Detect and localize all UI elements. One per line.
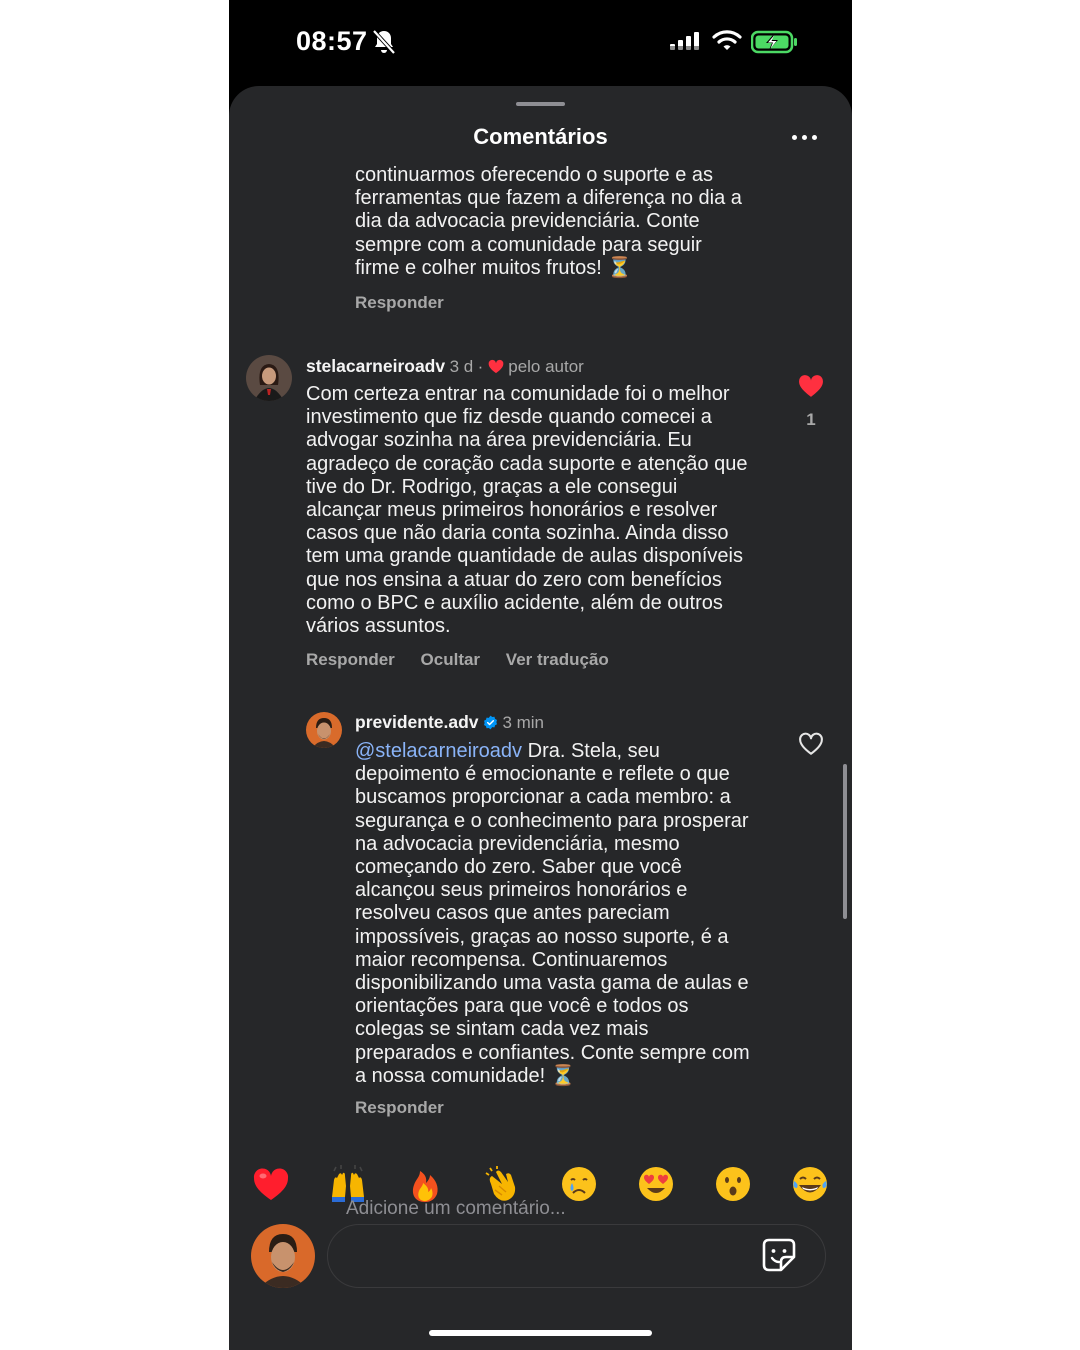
comment-text: @stelacarneiroadv Dra. Stela, seu depoim… (355, 740, 750, 1087)
sheet-title: Comentários (473, 124, 608, 149)
comment-input[interactable] (327, 1224, 826, 1288)
more-icon (792, 135, 797, 140)
sheet-grabber[interactable] (516, 102, 565, 106)
verified-badge-icon (483, 715, 497, 730)
avatar[interactable] (246, 355, 292, 401)
reaction-heart-eyes[interactable] (636, 1164, 676, 1204)
comments-sheet: Comentários continuarmos oferecendo o su… (229, 86, 852, 1350)
composer-placeholder: Adicione um comentário... (346, 1198, 566, 1219)
comment-header: stelacarneiroadv 3 d · pelo autor (306, 356, 584, 376)
mention-link[interactable]: @stelacarneiroadv (355, 740, 522, 762)
sticker-icon[interactable] (761, 1237, 797, 1273)
home-indicator[interactable] (429, 1330, 652, 1336)
scrollbar[interactable] (843, 764, 847, 919)
reaction-laughing-face[interactable] (790, 1164, 830, 1204)
more-options-button[interactable] (792, 128, 818, 148)
comment-header: previdente.adv 3 min (355, 712, 544, 733)
status-bar: 08:57 (229, 0, 852, 84)
comment-actions: Responder (355, 1098, 465, 1118)
comment-time: 3 d (449, 357, 474, 376)
current-user-avatar[interactable] (251, 1224, 315, 1288)
hide-button[interactable]: Ocultar (421, 650, 481, 669)
heart-filled-icon (488, 359, 504, 374)
comment-actions: Responder Ocultar Ver tradução (306, 650, 630, 670)
status-time: 08:57 (296, 26, 368, 56)
bell-slash-icon (372, 29, 396, 55)
signal-icon (670, 32, 699, 51)
comments-list[interactable]: continuarmos oferecendo o suporte e as f… (229, 164, 852, 1144)
phone-screen: 08:57 Comentários continuarmos oferecend… (229, 0, 852, 1350)
like-count: 1 (806, 410, 816, 429)
comment-text: continuarmos oferecendo o suporte e as f… (355, 164, 742, 279)
see-translation-button[interactable]: Ver tradução (506, 650, 609, 669)
reply-button[interactable]: Responder (306, 650, 395, 669)
comment-actions: Responder (355, 293, 465, 313)
liked-by-author: pelo autor (508, 357, 584, 376)
avatar[interactable] (306, 712, 342, 748)
username[interactable]: previdente.adv (355, 712, 479, 732)
like-button-heart-filled-icon[interactable] (798, 374, 824, 398)
comment-time: 3 min (502, 713, 545, 732)
reply-button[interactable]: Responder (355, 293, 444, 312)
reply-button[interactable]: Responder (355, 1098, 444, 1117)
reaction-surprised-face[interactable] (713, 1164, 753, 1204)
battery-charging-icon (751, 30, 797, 54)
comment-text: Com certeza entrar na comunidade foi o m… (306, 383, 748, 638)
username[interactable]: stelacarneiroadv (306, 356, 445, 376)
reaction-heart[interactable] (251, 1164, 291, 1204)
wifi-icon (712, 30, 742, 50)
like-button-heart-outline-icon[interactable] (798, 732, 824, 756)
